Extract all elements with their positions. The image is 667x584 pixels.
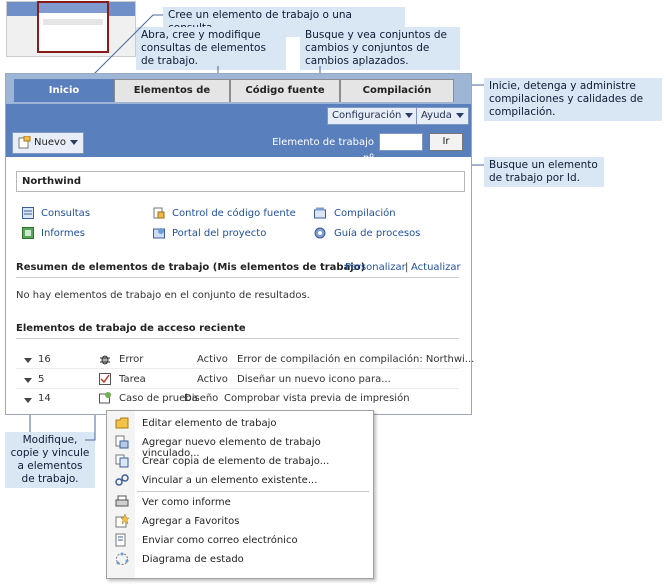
portal-icon <box>153 228 165 239</box>
row-type: Error <box>119 354 144 365</box>
row-title[interactable]: Error de compilación en compilación: Nor… <box>237 354 474 365</box>
row-id: 16 <box>38 354 51 365</box>
link-source-control[interactable]: Control de código fuente <box>172 208 296 220</box>
row-id: 5 <box>38 374 45 385</box>
queries-icon <box>22 207 34 219</box>
menu-item-send-email[interactable]: Enviar como correo electrónico <box>142 535 298 546</box>
row-state: Activo <box>197 374 228 385</box>
test-case-icon <box>99 392 111 404</box>
row-menu-arrow-icon[interactable] <box>24 378 32 383</box>
link-icon <box>115 474 129 486</box>
bug-icon <box>100 355 110 365</box>
toolbar: Configuración Ayuda Nuevo Elemento de tr… <box>6 104 471 164</box>
row-divider <box>16 368 459 369</box>
config-dropdown[interactable]: Configuración <box>327 107 419 125</box>
menu-item-view-report[interactable]: Ver como informe <box>142 497 231 508</box>
empty-message: No hay elementos de trabajo en el conjun… <box>16 290 310 301</box>
row-menu-arrow-icon[interactable] <box>24 358 32 363</box>
chevron-down-icon <box>405 112 414 118</box>
work-item-number-label: Elemento de trabajo nº <box>272 137 374 164</box>
tab-build[interactable]: Compilación <box>340 79 454 102</box>
menu-item-add-favorites[interactable]: Agregar a Favoritos <box>142 516 239 527</box>
divider <box>16 277 459 278</box>
menu-item-state-diagram[interactable]: Diagrama de estado <box>142 554 244 565</box>
tfs-web-panel: Inicio Elementos de trabajo Código fuent… <box>5 73 474 415</box>
row-id: 14 <box>38 393 51 404</box>
recent-title: Elementos de trabajo de acceso reciente <box>16 323 246 334</box>
link-portal[interactable]: Portal del proyecto <box>172 228 266 240</box>
row-state: Activo <box>197 354 228 365</box>
link-process-guide[interactable]: Guía de procesos <box>334 228 420 240</box>
chevron-down-icon <box>455 112 464 118</box>
state-diagram-icon <box>116 552 129 565</box>
row-menu-arrow-icon[interactable] <box>24 398 32 403</box>
menu-item-link-existing[interactable]: Vincular a un elemento existente... <box>142 475 317 486</box>
process-guide-icon <box>314 227 326 239</box>
row-type: Tarea <box>119 374 146 385</box>
printer-icon <box>115 495 129 507</box>
context-menu: Editar elemento de trabajo Agregar nuevo… <box>106 410 374 579</box>
row-title[interactable]: Diseñar un nuevo icono para... <box>237 374 391 385</box>
new-item-icon <box>18 135 31 148</box>
menu-item-edit[interactable]: Editar elemento de trabajo <box>142 418 277 429</box>
link-reports[interactable]: Informes <box>41 228 85 240</box>
task-icon <box>99 373 111 385</box>
link-queries[interactable]: Consultas <box>41 208 90 220</box>
help-dropdown[interactable]: Ayuda <box>416 107 469 125</box>
menu-item-copy[interactable]: Crear copia de elemento de trabajo... <box>142 456 329 467</box>
row-divider <box>16 388 459 389</box>
customize-link[interactable]: Personalizar <box>345 262 406 274</box>
row-state: Diseño <box>184 393 219 404</box>
chevron-down-icon <box>70 139 79 145</box>
summary-title: Resumen de elementos de trabajo (Mis ele… <box>16 262 366 273</box>
go-button[interactable]: Ir <box>429 133 463 151</box>
project-title: Northwind <box>16 171 465 192</box>
new-label: Nuevo <box>34 137 67 148</box>
favorites-icon <box>115 514 129 528</box>
build-icon <box>314 207 326 219</box>
help-label: Ayuda <box>421 110 452 121</box>
link-separator: | <box>405 262 409 273</box>
tab-home[interactable]: Inicio <box>14 79 114 102</box>
tab-bar: Inicio Elementos de trabajo Código fuent… <box>6 74 471 118</box>
email-icon <box>115 533 126 547</box>
menu-separator <box>137 491 369 492</box>
divider <box>16 338 459 339</box>
edit-folder-icon <box>115 417 129 429</box>
add-linked-item-icon <box>115 435 129 449</box>
link-build[interactable]: Compilación <box>334 208 396 220</box>
tab-work-items[interactable]: Elementos de trabajo <box>114 79 230 118</box>
config-label: Configuración <box>332 110 402 121</box>
reports-icon <box>22 227 34 239</box>
row-title[interactable]: Comprobar vista previa de impresión <box>224 393 410 404</box>
tab-source[interactable]: Código fuente <box>230 79 340 102</box>
new-button[interactable]: Nuevo <box>12 132 85 154</box>
copy-icon <box>115 454 129 468</box>
source-control-icon <box>153 207 165 219</box>
work-item-number-input[interactable] <box>379 133 423 151</box>
refresh-link[interactable]: Actualizar <box>411 262 461 274</box>
